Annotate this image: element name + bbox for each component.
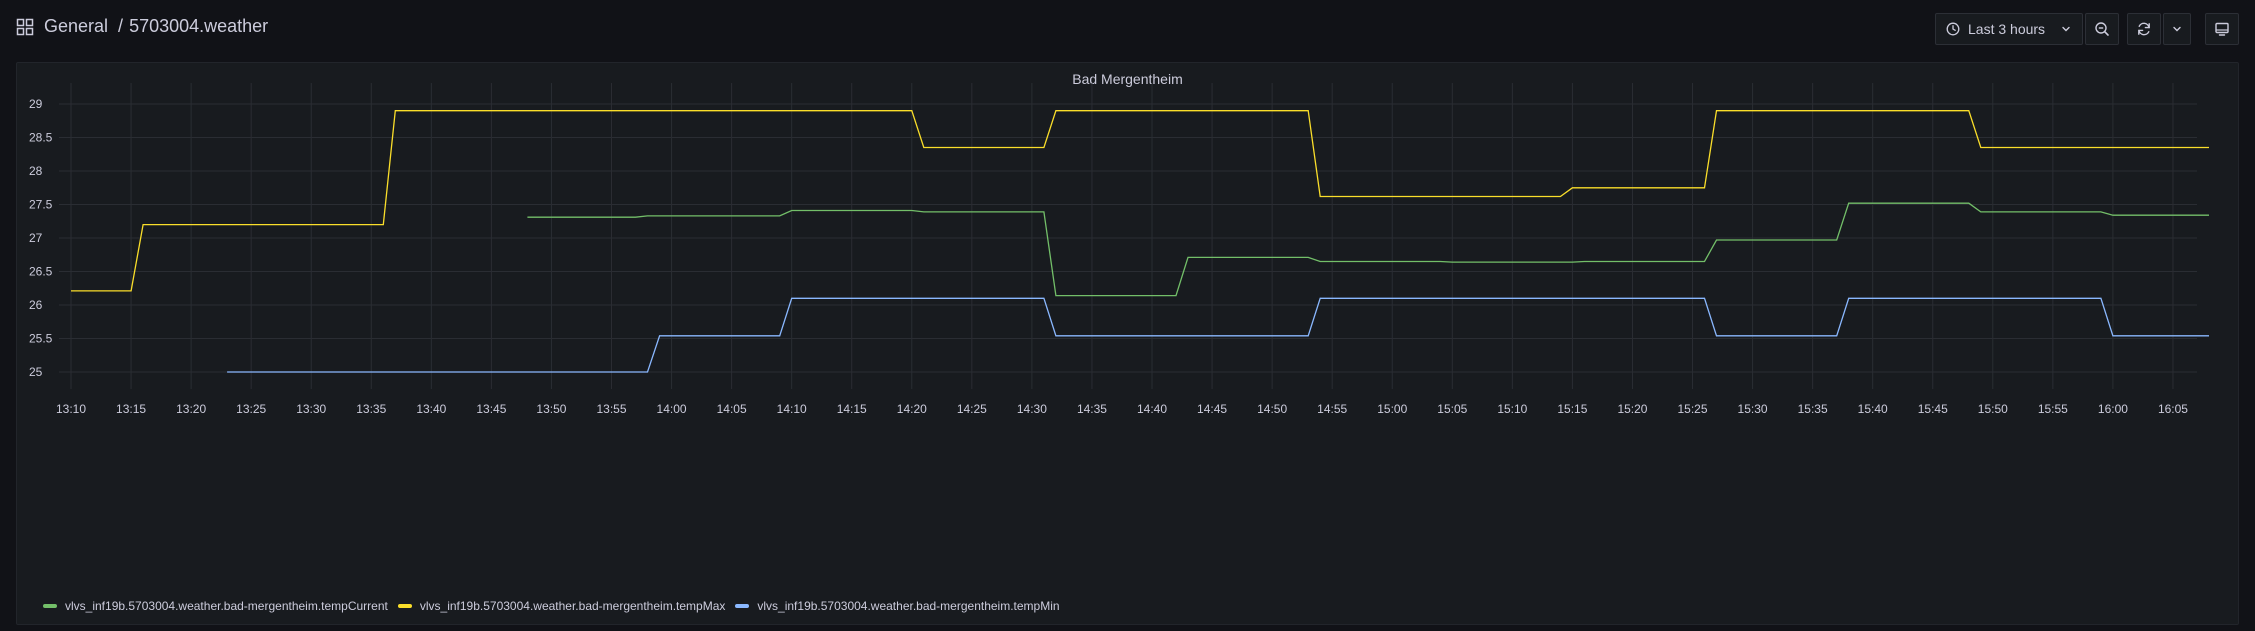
time-range-label: Last 3 hours [1968,21,2046,37]
breadcrumb: General / 5703004.weather [16,16,268,37]
time-range-picker[interactable]: Last 3 hours [1935,13,2083,45]
top-bar: General / 5703004.weather Last 3 hours [0,0,2255,60]
breadcrumb-dashboard-title[interactable]: 5703004.weather [129,16,268,37]
clock-icon [1946,22,1960,36]
x-tick-label: 16:00 [2098,402,2128,416]
legend-swatch [735,604,750,608]
x-tick-label: 14:55 [1317,402,1347,416]
x-tick-label: 14:30 [1017,402,1047,416]
x-tick-label: 13:20 [176,402,206,416]
x-tick-label: 13:15 [116,402,146,416]
series-line-tempCurrent [527,202,2209,297]
x-tick-label: 13:25 [236,402,266,416]
legend-label: vlvs_inf19b.5703004.weather.bad-mergenth… [757,599,1060,613]
y-tick-label: 28.5 [29,131,53,145]
chevron-down-icon [2173,26,2181,32]
y-tick-label: 28 [29,164,43,178]
x-tick-label: 13:30 [296,402,326,416]
legend-label: vlvs_inf19b.5703004.weather.bad-mergenth… [65,599,388,613]
refresh-icon [2138,22,2150,36]
x-tick-label: 15:55 [2038,402,2068,416]
x-tick-label: 13:35 [356,402,386,416]
x-tick-label: 14:45 [1197,402,1227,416]
refresh-interval-dropdown[interactable] [2163,13,2191,45]
y-tick-label: 26.5 [29,265,53,279]
breadcrumb-separator: / [118,16,124,36]
legend-swatch [397,604,412,608]
x-tick-label: 14:25 [957,402,987,416]
x-tick-label: 14:05 [717,402,747,416]
chevron-down-icon [2062,26,2070,32]
x-tick-label: 14:20 [897,402,927,416]
x-tick-label: 15:00 [1377,402,1407,416]
tv-mode-icon [2215,22,2229,36]
y-tick-label: 25 [29,365,43,379]
series-line-tempMin [227,297,2209,373]
x-tick-label: 13:45 [476,402,506,416]
x-tick-label: 14:10 [777,402,807,416]
legend-item-tempMax[interactable]: vlvs_inf19b.5703004.weather.bad-mergenth… [397,599,726,613]
x-tick-label: 15:35 [1798,402,1828,416]
x-tick-label: 14:40 [1137,402,1167,416]
zoom-out-icon [2095,22,2109,36]
legend-swatch [43,604,57,608]
x-tick-label: 14:50 [1257,402,1287,416]
legend-label: vlvs_inf19b.5703004.weather.bad-mergenth… [419,599,726,613]
y-tick-label: 29 [29,97,43,111]
x-tick-label: 14:15 [837,402,867,416]
legend-item-tempCurrent[interactable]: vlvs_inf19b.5703004.weather.bad-mergenth… [43,599,388,613]
dashboard-grid-icon [16,18,34,35]
x-tick-label: 15:20 [1617,402,1647,416]
legend-item-tempMin[interactable]: vlvs_inf19b.5703004.weather.bad-mergenth… [735,599,1060,613]
x-tick-label: 15:30 [1738,402,1768,416]
graph-panel[interactable]: Bad Mergentheim 25 25.5 26 26.5 27 27.5 28 28.5… [16,62,2239,625]
x-tick-label: 15:05 [1437,402,1467,416]
y-tick-label: 26 [29,298,43,312]
refresh-button[interactable] [2127,13,2161,45]
y-tick-label: 27.5 [29,198,53,212]
x-tick-label: 13:10 [56,402,86,416]
tv-mode-button[interactable] [2205,13,2239,45]
x-tick-label: 14:35 [1077,402,1107,416]
y-tick-label: 25.5 [29,332,53,346]
x-tick-label: 15:45 [1918,402,1948,416]
time-series-chart[interactable]: 25 25.5 26 26.5 27 27.5 28 28.5 29 13:10 13:15 13:2… [17,63,2238,593]
x-tick-label: 13:40 [416,402,446,416]
x-tick-label: 15:10 [1497,402,1527,416]
y-tick-label: 27 [29,231,43,245]
breadcrumb-folder[interactable]: General [44,16,108,37]
zoom-out-button[interactable] [2085,13,2119,45]
x-tick-label: 16:05 [2158,402,2188,416]
x-tick-label: 15:50 [1978,402,2008,416]
x-tick-label: 15:40 [1858,402,1888,416]
x-tick-label: 14:00 [657,402,687,416]
x-tick-label: 15:25 [1678,402,1708,416]
chart-legend: vlvs_inf19b.5703004.weather.bad-mergenth… [43,599,1070,613]
x-tick-label: 15:15 [1557,402,1587,416]
x-tick-label: 13:55 [596,402,626,416]
x-tick-label: 13:50 [536,402,566,416]
